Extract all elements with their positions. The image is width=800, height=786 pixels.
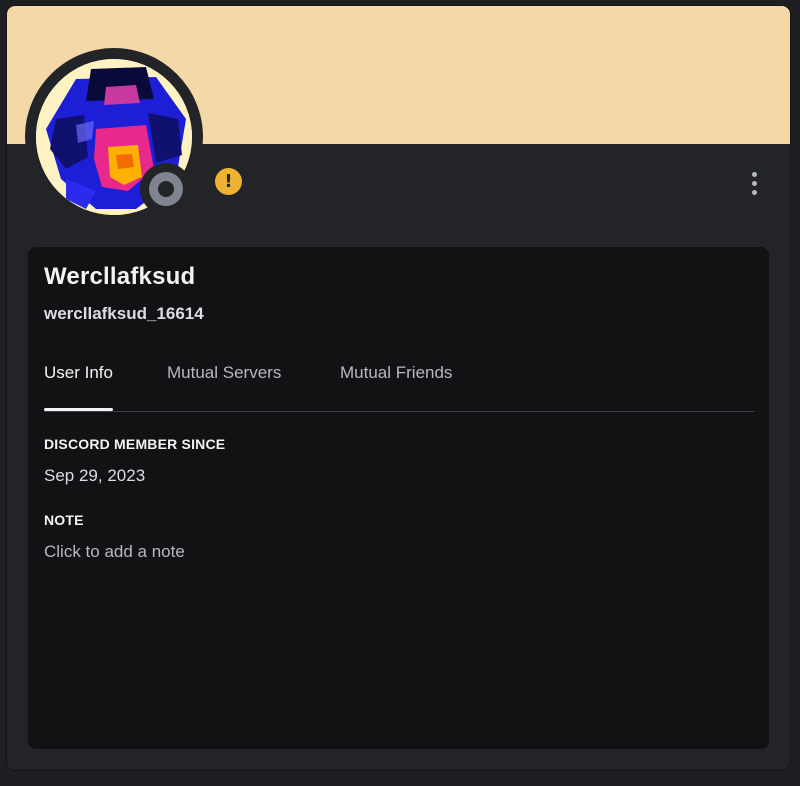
status-hole [158, 181, 174, 197]
dot [751, 189, 757, 195]
tab-mutual-servers[interactable]: Mutual Servers [167, 363, 281, 410]
member-since-title: DISCORD MEMBER SINCE [44, 436, 226, 452]
profile-tabs: User Info Mutual Servers Mutual Friends [44, 353, 754, 412]
dot [751, 180, 757, 186]
note-title: NOTE [44, 512, 84, 528]
tab-user-info[interactable]: User Info [44, 363, 113, 411]
username: wercllafksud_16614 [44, 304, 204, 323]
note-input[interactable]: Click to add a note [44, 542, 185, 562]
tab-mutual-friends[interactable]: Mutual Friends [340, 363, 452, 410]
profile-panel: Wercllafksud wercllafksud_16614 User Inf… [28, 247, 769, 749]
more-vertical-icon[interactable] [741, 166, 767, 200]
dot [751, 171, 757, 177]
user-profile-modal: ! Wercllafksud wercllafksud_16614 User I… [7, 6, 790, 770]
exclamation-icon[interactable]: ! [215, 168, 242, 195]
display-name: Wercllafksud [44, 263, 196, 290]
member-since-value: Sep 29, 2023 [44, 466, 146, 485]
